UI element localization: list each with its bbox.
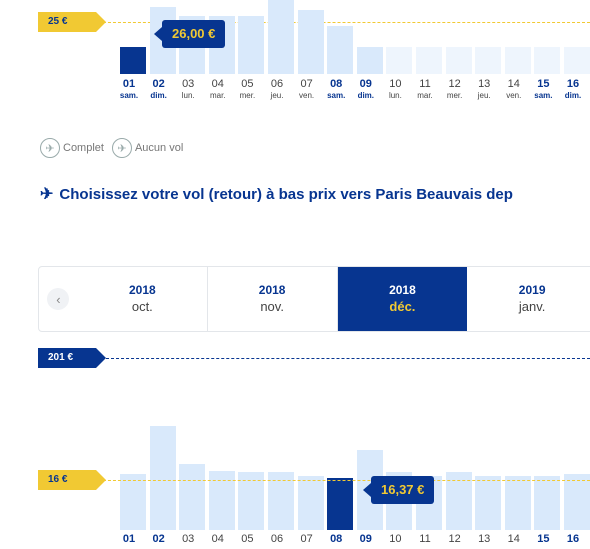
outbound-bar-06[interactable] — [268, 0, 294, 74]
outbound-day-03: 03 lun. — [181, 78, 195, 100]
return-day-05: 05 — [241, 533, 254, 545]
outbound-day-05: 05 mer. — [239, 78, 256, 100]
month-tab-jan[interactable]: 2019 janv. — [467, 267, 590, 331]
outbound-bar-12[interactable] — [445, 47, 472, 74]
outbound-day-13: 13 jeu. — [477, 78, 491, 100]
outbound-day-02: 02 dim. — [150, 78, 167, 100]
chevron-left-icon: ‹ — [47, 288, 70, 310]
return-day-13: 13 — [478, 533, 491, 545]
outbound-day-09: 09 dim. — [357, 78, 375, 100]
outbound-bar-05[interactable] — [238, 15, 265, 74]
outbound-day-11: 11 mar. — [417, 78, 433, 100]
return-bar-16[interactable] — [564, 474, 590, 530]
outbound-bar-07[interactable] — [297, 10, 324, 74]
return-bar-15[interactable] — [534, 476, 561, 530]
complete-icon: ✈ — [40, 138, 60, 158]
return-bar-13[interactable] — [475, 476, 502, 530]
outbound-bar-11[interactable] — [416, 47, 442, 74]
outbound-bar-08[interactable] — [327, 25, 354, 74]
return-day-09: 09 — [359, 533, 372, 545]
return-day-08: 08 — [330, 533, 343, 545]
outbound-day-14: 14 ven. — [506, 78, 522, 100]
outbound-bar-16[interactable] — [564, 47, 590, 74]
return-day-01: 01 — [122, 533, 136, 545]
legend: ✈ Complet ✈ Aucun vol — [40, 138, 183, 158]
min-price-tag: 16 € — [38, 470, 106, 490]
return-bar-01[interactable] — [120, 474, 146, 530]
month-tab-oct[interactable]: 2018 oct. — [78, 267, 208, 331]
plane-icon: ✈ — [40, 186, 54, 203]
outbound-bar-13[interactable] — [475, 47, 502, 74]
outbound-day-06: 06 jeu. — [270, 78, 284, 100]
outbound-price-chart: 25 € 26,00 € 01 sam. 02 dim. 03 lun. 04 mar. 05 m… — [38, 0, 590, 112]
no-flight-icon: ✈ — [111, 138, 132, 158]
legend-no-flight: ✈ Aucun vol — [111, 138, 183, 158]
outbound-day-07: 07 ven. — [299, 78, 315, 100]
price-tooltip: 26,00 € — [153, 20, 226, 48]
return-bar-07[interactable] — [297, 476, 324, 530]
outbound-day-08: 08 sam. — [327, 78, 346, 100]
return-bar-03[interactable] — [179, 464, 206, 530]
month-tab-nov[interactable]: 2018 nov. — [208, 267, 338, 331]
month-selector: ‹ 2018 oct. 2018 nov. 2018 déc. 2019 jan… — [38, 266, 590, 332]
return-price-chart: 201 € 16 € 16,37 € 01 02 03 04 05 06 07 08 09 10 1… — [38, 340, 590, 549]
return-day-16: 16 — [566, 533, 580, 545]
outbound-day-04: 04 mar. — [210, 78, 226, 100]
return-day-07: 07 — [300, 533, 313, 545]
outbound-bar-15[interactable] — [534, 47, 561, 74]
outbound-day-labels: 01 sam. 02 dim. 03 lun. 04 mar. 05 mer. 06 jeu. 07 ve… — [118, 78, 590, 108]
legend-complete: ✈ Complet — [40, 138, 104, 158]
month-tab-dec[interactable]: 2018 déc. — [337, 267, 468, 331]
outbound-bar-01[interactable] — [120, 47, 146, 74]
outbound-bar-14[interactable] — [504, 47, 531, 74]
return-day-15: 15 — [537, 533, 550, 545]
min-price-line — [98, 480, 590, 481]
return-day-04: 04 — [211, 533, 224, 545]
outbound-bar-09[interactable] — [356, 47, 383, 74]
return-flight-heading: ✈ Choisissez votre vol (retour) à bas pri… — [40, 186, 513, 203]
return-day-10: 10 — [389, 533, 402, 545]
return-bar-08[interactable] — [327, 478, 354, 530]
return-day-14: 14 — [507, 533, 520, 545]
return-day-06: 06 — [270, 533, 284, 545]
outbound-day-12: 12 mer. — [446, 78, 463, 100]
return-day-02: 02 — [152, 533, 165, 545]
outbound-bar-10[interactable] — [386, 47, 413, 74]
outbound-day-01: 01 sam. — [119, 78, 139, 100]
return-day-11: 11 — [419, 533, 431, 545]
return-day-labels: 01 02 03 04 05 06 07 08 09 10 11 12 13 14 15 16 — [118, 533, 590, 549]
return-bar-14[interactable] — [504, 476, 531, 530]
prev-month-button[interactable]: ‹ — [39, 267, 78, 331]
return-bars — [38, 340, 590, 549]
return-price-tooltip: 16,37 € — [362, 476, 435, 504]
outbound-day-10: 10 lun. — [388, 78, 402, 100]
return-bar-02[interactable] — [149, 426, 176, 530]
return-day-03: 03 — [182, 533, 195, 545]
return-day-12: 12 — [448, 533, 461, 545]
outbound-day-15: 15 sam. — [534, 78, 553, 100]
outbound-day-16: 16 dim. — [564, 78, 582, 100]
